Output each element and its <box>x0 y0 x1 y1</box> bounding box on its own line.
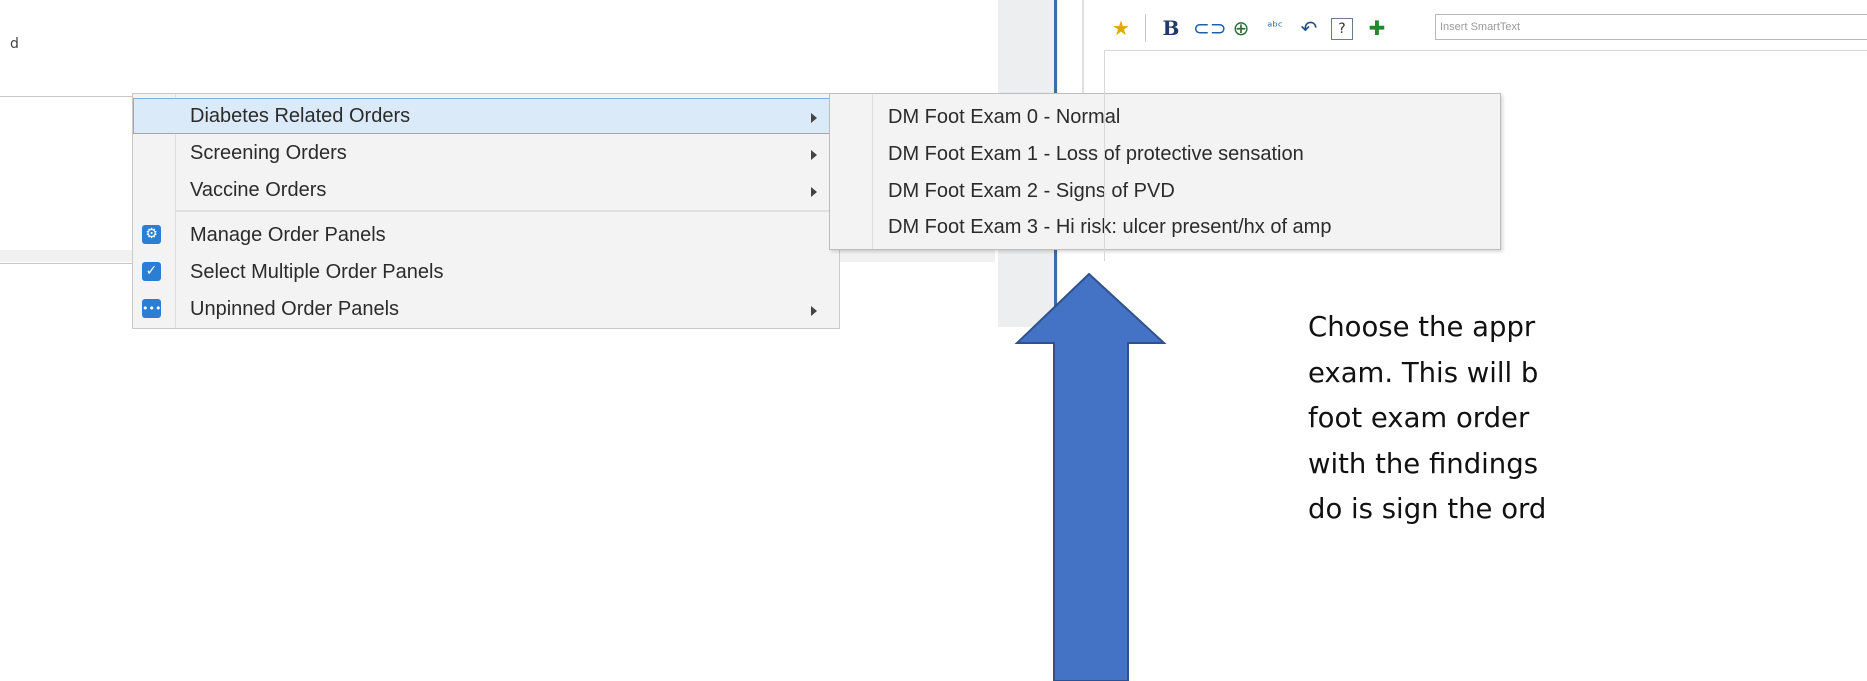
smarttext-input[interactable] <box>1435 14 1867 40</box>
instruction-caption: Choose the appr exam. This will b foot e… <box>1308 305 1867 533</box>
help-icon[interactable]: ? <box>1331 18 1353 40</box>
undo-icon[interactable]: ↶ <box>1297 16 1321 40</box>
submenu-arrow-icon <box>811 187 817 197</box>
gear-icon: ⚙ <box>142 225 161 244</box>
checkbox-icon: ✓ <box>142 262 161 281</box>
link-icon[interactable]: ⊂⊃ <box>1193 16 1227 40</box>
menu-item-label: Vaccine Orders <box>190 179 327 201</box>
annotation-arrow <box>1014 272 1167 681</box>
order-panels-context-menu: Diabetes Related Orders Screening Orders… <box>132 93 840 329</box>
background-text-fragment: d <box>10 36 19 52</box>
caption-line: do is sign the ord <box>1308 493 1547 525</box>
submenu-arrow-icon <box>811 150 817 160</box>
submenu-arrow-icon <box>811 306 817 316</box>
toolbar-separator <box>1145 14 1146 42</box>
menu-item-label: Select Multiple Order Panels <box>190 261 444 283</box>
menu-item-label: Screening Orders <box>190 142 347 164</box>
caption-line: foot exam order <box>1308 402 1530 434</box>
menu-item-screening-orders[interactable]: Screening Orders <box>133 135 839 171</box>
caption-line: Choose the appr <box>1308 311 1536 343</box>
add-icon[interactable]: ✚ <box>1365 16 1389 40</box>
menu-item-manage-order-panels[interactable]: ⚙ Manage Order Panels <box>133 217 839 253</box>
submenu-arrow-icon <box>811 113 817 123</box>
menu-item-vaccine-orders[interactable]: Vaccine Orders <box>133 172 839 208</box>
star-icon[interactable]: ★ <box>1109 16 1133 40</box>
note-editor-area[interactable] <box>1104 50 1867 261</box>
bold-icon[interactable]: B <box>1159 16 1183 40</box>
menu-item-label: Unpinned Order Panels <box>190 298 400 320</box>
zoom-icon[interactable]: ⊕ <box>1229 16 1253 40</box>
up-arrow-shape <box>1014 272 1167 681</box>
menu-item-label: Manage Order Panels <box>190 224 386 246</box>
menu-item-label: Diabetes Related Orders <box>190 105 411 127</box>
spellcheck-icon[interactable]: ᵃᵇᶜ <box>1263 16 1287 40</box>
menu-item-diabetes-related-orders[interactable]: Diabetes Related Orders <box>133 98 839 134</box>
caption-line: with the findings <box>1308 447 1539 480</box>
submenu-item-label: DM Foot Exam 0 - Normal <box>888 106 1121 128</box>
caption-line: exam. This will b <box>1308 356 1539 389</box>
more-icon: ••• <box>142 299 161 318</box>
editor-toolbar: ★ B ⊂⊃ ⊕ ᵃᵇᶜ ↶ ? ✚ <box>1105 12 1867 48</box>
menu-item-unpinned-order-panels[interactable]: ••• Unpinned Order Panels <box>133 291 839 327</box>
menu-separator <box>176 210 838 212</box>
menu-item-select-multiple-order-panels[interactable]: ✓ Select Multiple Order Panels <box>133 254 839 290</box>
